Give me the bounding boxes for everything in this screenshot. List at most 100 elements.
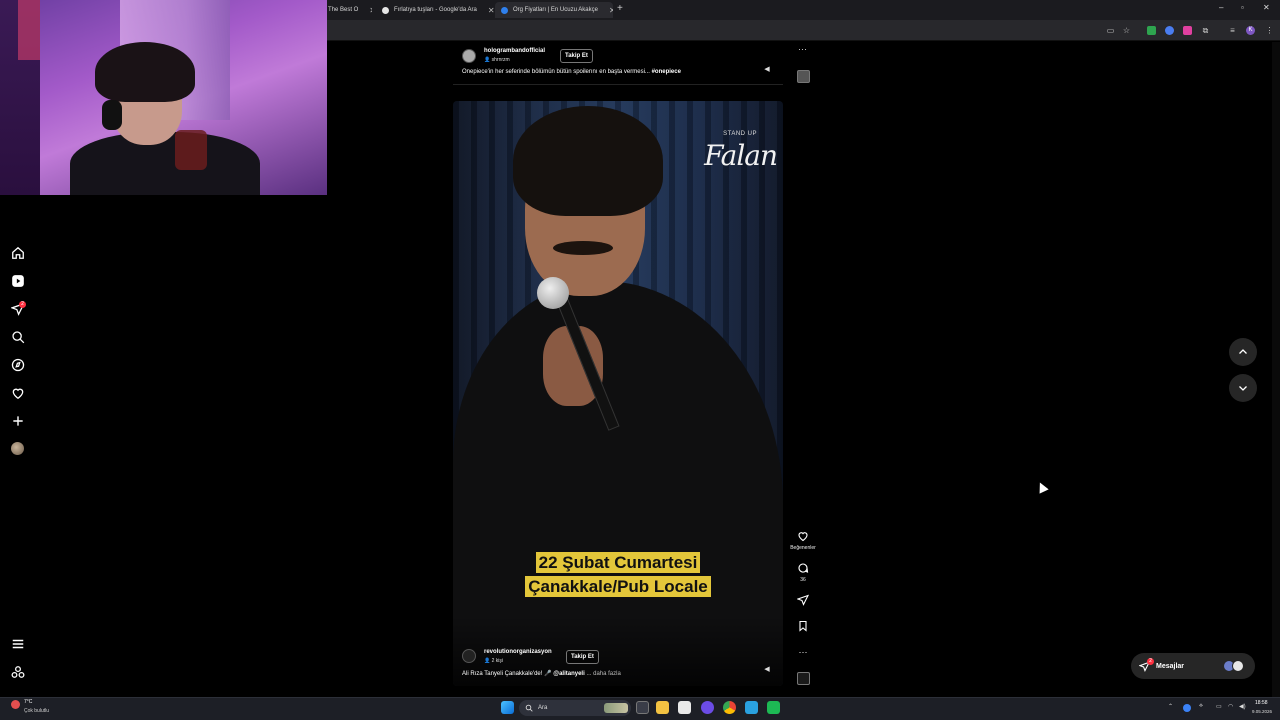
speaker-icon[interactable]: ◀︎ [762, 65, 772, 75]
tab-title: Fırlatıya tuşları - Google'da Ara [394, 7, 477, 13]
save-bookmark-icon[interactable] [796, 619, 810, 633]
comedian-figure [553, 241, 613, 255]
speaker-icon[interactable]: ◀︎ [762, 665, 772, 675]
heart-icon[interactable] [11, 386, 25, 400]
close-icon[interactable]: ✕ [609, 6, 613, 15]
weather-description[interactable]: Çok bulutlu [24, 708, 49, 714]
spotify-icon[interactable] [767, 701, 780, 714]
create-plus-icon[interactable] [11, 414, 25, 428]
threads-apps-icon[interactable] [11, 665, 25, 679]
extension-icon[interactable] [1165, 26, 1174, 35]
tray-app-icon[interactable] [1183, 704, 1191, 712]
overlay-line: Çanakkale/Pub Locale [525, 576, 711, 597]
bookmark-star-icon[interactable]: ☆ [1122, 26, 1131, 35]
browser-tab-active[interactable]: Org Fiyatları | En Ucuzu Akakçe ✕ [495, 2, 613, 18]
avatar [1232, 660, 1244, 672]
caption-mention[interactable]: @alitanyeli [553, 671, 585, 677]
monitor-icon[interactable]: ▭ [1216, 703, 1222, 710]
clock-time[interactable]: 18:58 [1255, 700, 1268, 706]
share-send-icon[interactable] [796, 593, 810, 607]
mouse-cursor [1035, 480, 1049, 494]
browser-tab[interactable]: Fırlatıya tuşları - Google'da Ara ✕ [376, 2, 494, 18]
task-view-icon[interactable] [636, 701, 649, 714]
extension-shield-icon[interactable] [1147, 26, 1156, 35]
search-icon[interactable] [11, 330, 25, 344]
webcam-background [18, 0, 40, 60]
cast-icon[interactable]: ▭ [1106, 26, 1115, 35]
follow-button[interactable]: Takip Et [566, 650, 599, 664]
caption-text: Ali Rıza Tanyeli Çanakkale'de! 🎤 [462, 671, 552, 677]
wifi-icon[interactable]: ◠ [1228, 703, 1233, 710]
google-favicon-icon [382, 6, 389, 14]
explore-compass-icon[interactable] [11, 358, 25, 372]
notification-badge: 2 [19, 301, 26, 308]
extension-icon[interactable] [1183, 26, 1192, 35]
tray-app-icon[interactable]: ⟡ [1199, 703, 1203, 710]
messages-avatars [1223, 660, 1247, 672]
search-placeholder: Ara [538, 705, 548, 711]
previous-reel-footer: hologrambandofficial 👤 shrnrzm Takip Et … [453, 43, 783, 85]
event-venue-overlay: Çanakkale/Pub Locale [453, 576, 783, 597]
follow-button[interactable]: Takip Et [560, 49, 593, 63]
weather-icon[interactable] [11, 700, 20, 709]
caption-more-link[interactable]: ... daha fazla [586, 671, 620, 677]
minimize-icon[interactable]: – [1219, 3, 1223, 12]
user-avatar[interactable] [462, 49, 476, 63]
home-icon[interactable] [11, 246, 25, 260]
media-icon[interactable]: ≡ [1228, 26, 1237, 35]
comments-count: 36 [800, 577, 806, 583]
post-caption: Onepiece'in her seferinde bölümün bütün … [462, 69, 681, 75]
webcam-person [95, 42, 195, 102]
webcam-person [102, 100, 122, 130]
browser-tab[interactable]: The Best O ✕ [322, 2, 372, 18]
audio-name: shrnrzm [491, 57, 510, 63]
next-reel-button[interactable] [1229, 374, 1257, 402]
more-options-icon[interactable]: ··· [796, 645, 810, 659]
taskbar-search[interactable]: Ara [519, 700, 631, 716]
plus-icon[interactable]: + [617, 3, 623, 14]
previous-reel-button[interactable] [1229, 338, 1257, 366]
clock-date[interactable]: 9.05.2026 [1252, 709, 1272, 714]
file-explorer-icon[interactable] [656, 701, 669, 714]
close-window-icon[interactable]: ✕ [1263, 3, 1270, 12]
puzzle-icon[interactable]: ⧉ [1201, 26, 1210, 35]
windows-start-icon[interactable] [501, 701, 514, 714]
audio-thumbnail[interactable] [797, 70, 810, 83]
volume-icon[interactable]: ◀︎) [1239, 703, 1246, 710]
restore-icon[interactable]: ▫ [1241, 3, 1244, 12]
user-avatar[interactable] [462, 649, 476, 663]
user-icon: 👤 [484, 57, 492, 63]
overlay-line: 22 Şubat Cumartesi [535, 552, 701, 573]
username[interactable]: hologrambandofficial [484, 48, 545, 54]
store-icon[interactable] [678, 701, 691, 714]
audio-thumbnail[interactable] [797, 672, 810, 685]
webcam-overlay [0, 0, 327, 195]
chrome-icon[interactable] [723, 701, 736, 714]
discord-icon[interactable] [701, 701, 714, 714]
caption-hashtag[interactable]: #onepiece [652, 69, 681, 75]
reels-icon[interactable] [11, 274, 25, 288]
profile-avatar[interactable]: K [1246, 26, 1255, 35]
hamburger-menu-icon[interactable] [11, 637, 25, 651]
more-options-icon[interactable]: ··· [798, 44, 807, 54]
comment-icon[interactable] [796, 561, 810, 575]
reel-video[interactable]: STAND UP Falan 22 Şubat Cumartesi Çanakk… [453, 101, 783, 686]
close-icon[interactable]: ✕ [488, 6, 494, 15]
akakce-favicon-icon [501, 6, 508, 14]
weather-temperature[interactable]: 7°C [24, 699, 32, 705]
like-heart-icon[interactable] [796, 529, 810, 543]
scrollbar[interactable] [1272, 42, 1280, 697]
microphone [537, 277, 569, 309]
profile-avatar[interactable] [11, 442, 24, 455]
telegram-icon[interactable] [745, 701, 758, 714]
chevron-up-icon[interactable]: ⌃ [1168, 703, 1173, 710]
messages-badge: 2 [1147, 658, 1154, 665]
user-icon: 👤 [484, 658, 492, 664]
tab-title: Org Fiyatları | En Ucuzu Akakçe [513, 7, 598, 13]
close-icon[interactable]: ✕ [369, 6, 372, 15]
likes-label[interactable]: Beğenenler [783, 545, 823, 551]
menu-dots-icon[interactable]: ⋮ [1265, 26, 1274, 35]
messages-button[interactable]: Mesajlar [1131, 653, 1255, 679]
username[interactable]: revolutionorganizasyon [484, 649, 552, 655]
search-icon [525, 704, 533, 712]
